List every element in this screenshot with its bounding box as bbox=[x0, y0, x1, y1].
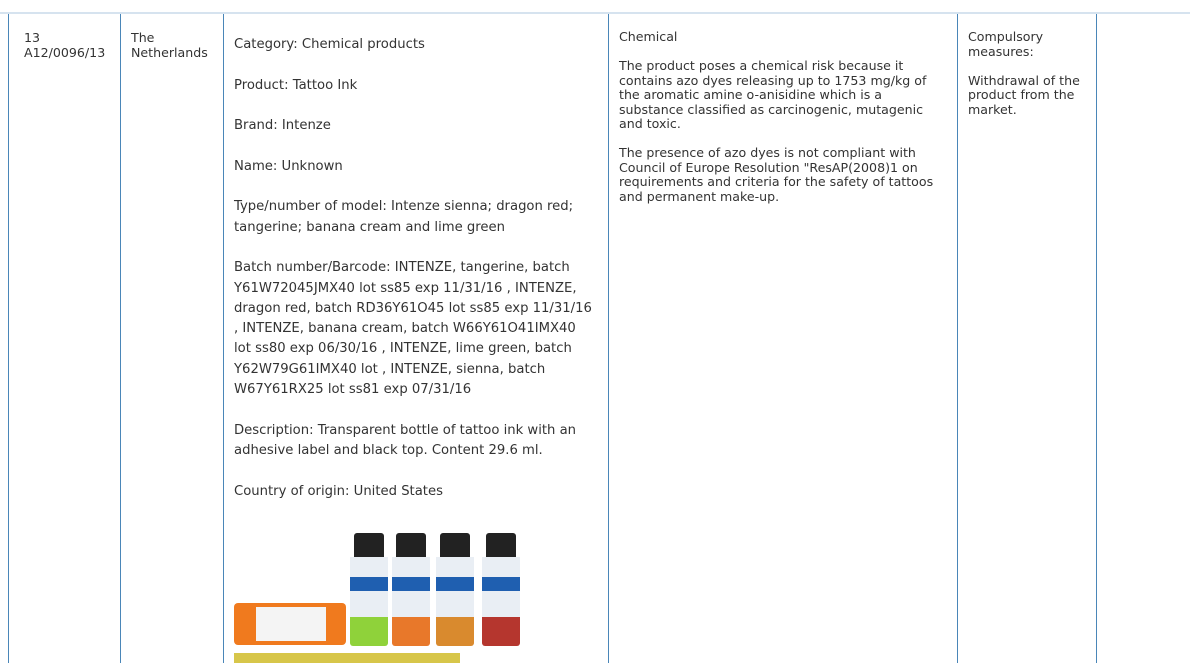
column-divider bbox=[608, 14, 609, 663]
ink-fill bbox=[350, 617, 388, 646]
bottle-photo bbox=[234, 603, 346, 645]
name-field: Name: Unknown bbox=[234, 158, 343, 174]
notification-number-cell: 13 A12/0096/13 bbox=[24, 30, 116, 60]
ink-fill bbox=[482, 617, 520, 646]
product-details-cell: Category: Chemical products Product: Tat… bbox=[234, 35, 594, 522]
country-line: Netherlands bbox=[131, 44, 208, 60]
description-field: Description: Transparent bottle of tatto… bbox=[234, 422, 577, 458]
risk-description: The product poses a chemical risk becaus… bbox=[619, 58, 927, 131]
risk-type: Chemical bbox=[619, 29, 678, 44]
column-divider bbox=[1096, 14, 1097, 663]
notification-reference: A12/0096/13 bbox=[24, 44, 106, 60]
bottle-photo bbox=[350, 533, 388, 646]
bottle-photo bbox=[234, 653, 460, 663]
ink-fill bbox=[392, 617, 430, 646]
bottle-photo bbox=[482, 533, 520, 646]
column-divider bbox=[223, 14, 224, 663]
column-divider bbox=[957, 14, 958, 663]
model-field: Type/number of model: Intenze sienna; dr… bbox=[234, 199, 574, 235]
risk-cell: Chemical The product poses a chemical ri… bbox=[619, 29, 949, 219]
product-photo bbox=[234, 533, 524, 663]
ink-fill bbox=[436, 617, 474, 646]
table-top-border bbox=[0, 12, 1190, 14]
column-divider bbox=[8, 14, 9, 663]
origin-field: Country of origin: United States bbox=[234, 483, 443, 499]
brand-field: Brand: Intenze bbox=[234, 118, 331, 134]
category-field: Category: Chemical products bbox=[234, 37, 425, 52]
product-field: Product: Tattoo Ink bbox=[234, 77, 358, 93]
measures-description: Withdrawal of the product from the marke… bbox=[968, 72, 1080, 117]
column-divider bbox=[120, 14, 121, 663]
bottle-photo bbox=[436, 533, 474, 646]
batch-field: Batch number/Barcode: INTENZE, tangerine… bbox=[234, 260, 592, 398]
measures-type: Compulsory measures: bbox=[968, 29, 1044, 59]
measures-cell: Compulsory measures: Withdrawal of the p… bbox=[968, 29, 1088, 132]
country-line: The bbox=[131, 30, 155, 45]
row-index: 13 bbox=[24, 30, 41, 45]
notifying-country-cell: The Netherlands bbox=[131, 30, 219, 60]
risk-description: The presence of azo dyes is not complian… bbox=[619, 145, 934, 204]
bottle-photo bbox=[392, 533, 430, 646]
